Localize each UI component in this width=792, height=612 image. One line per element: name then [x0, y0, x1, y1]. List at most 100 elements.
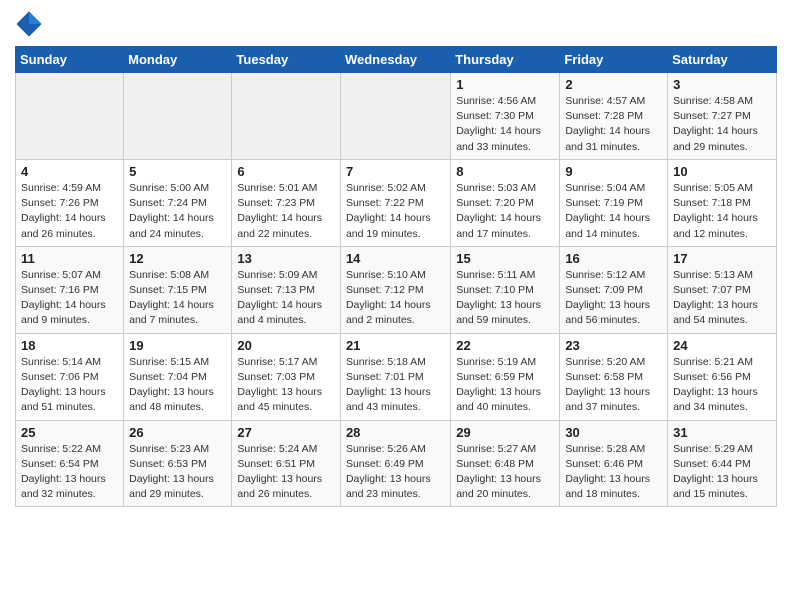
day-info: Sunrise: 5:10 AMSunset: 7:12 PMDaylight:…	[346, 268, 445, 329]
day-number: 30	[565, 425, 662, 440]
day-number: 14	[346, 251, 445, 266]
day-info: Sunrise: 5:14 AMSunset: 7:06 PMDaylight:…	[21, 355, 118, 416]
day-cell: 3 Sunrise: 4:58 AMSunset: 7:27 PMDaylight…	[668, 73, 777, 160]
day-cell	[340, 73, 450, 160]
day-cell: 26 Sunrise: 5:23 AMSunset: 6:53 PMDayligh…	[124, 420, 232, 507]
day-cell: 17Sunrise: 5:13 AMSunset: 7:07 PMDayligh…	[668, 246, 777, 333]
day-info: Sunrise: 4:59 AMSunset: 7:26 PMDaylight:…	[21, 181, 118, 242]
day-number: 23	[565, 338, 662, 353]
page-header	[15, 10, 777, 38]
day-info: Sunrise: 5:02 AMSunset: 7:22 PMDaylight:…	[346, 181, 445, 242]
week-row-1: 1 Sunrise: 4:56 AMSunset: 7:30 PMDaylight…	[16, 73, 777, 160]
day-cell	[232, 73, 341, 160]
calendar: SundayMondayTuesdayWednesdayThursdayFrid…	[15, 46, 777, 507]
day-info: Sunrise: 5:12 AMSunset: 7:09 PMDaylight:…	[565, 268, 662, 329]
calendar-header: SundayMondayTuesdayWednesdayThursdayFrid…	[16, 47, 777, 73]
day-cell: 7Sunrise: 5:02 AMSunset: 7:22 PMDaylight…	[340, 159, 450, 246]
logo	[15, 10, 47, 38]
day-info: Sunrise: 5:23 AMSunset: 6:53 PMDaylight:…	[129, 442, 226, 503]
day-info: Sunrise: 4:58 AMSunset: 7:27 PMDaylight:…	[673, 94, 771, 155]
day-info: Sunrise: 5:19 AMSunset: 6:59 PMDaylight:…	[456, 355, 554, 416]
week-row-3: 11Sunrise: 5:07 AMSunset: 7:16 PMDayligh…	[16, 246, 777, 333]
day-info: Sunrise: 5:00 AMSunset: 7:24 PMDaylight:…	[129, 181, 226, 242]
day-cell	[16, 73, 124, 160]
weekday-row: SundayMondayTuesdayWednesdayThursdayFrid…	[16, 47, 777, 73]
day-info: Sunrise: 5:29 AMSunset: 6:44 PMDaylight:…	[673, 442, 771, 503]
day-info: Sunrise: 5:20 AMSunset: 6:58 PMDaylight:…	[565, 355, 662, 416]
weekday-header-saturday: Saturday	[668, 47, 777, 73]
day-cell: 9Sunrise: 5:04 AMSunset: 7:19 PMDaylight…	[560, 159, 668, 246]
day-cell: 10 Sunrise: 5:05 AMSunset: 7:18 PMDayligh…	[668, 159, 777, 246]
day-cell: 2 Sunrise: 4:57 AMSunset: 7:28 PMDaylight…	[560, 73, 668, 160]
day-number: 12	[129, 251, 226, 266]
day-cell: 19Sunrise: 5:15 AMSunset: 7:04 PMDayligh…	[124, 333, 232, 420]
day-cell: 28Sunrise: 5:26 AMSunset: 6:49 PMDayligh…	[340, 420, 450, 507]
day-number: 1	[456, 77, 554, 92]
day-cell: 27 Sunrise: 5:24 AMSunset: 6:51 PMDayligh…	[232, 420, 341, 507]
logo-icon	[15, 10, 43, 38]
day-number: 2	[565, 77, 662, 92]
day-info: Sunrise: 5:13 AMSunset: 7:07 PMDaylight:…	[673, 268, 771, 329]
weekday-header-monday: Monday	[124, 47, 232, 73]
day-info: Sunrise: 5:18 AMSunset: 7:01 PMDaylight:…	[346, 355, 445, 416]
day-cell: 21 Sunrise: 5:18 AMSunset: 7:01 PMDayligh…	[340, 333, 450, 420]
day-number: 20	[237, 338, 335, 353]
day-number: 21	[346, 338, 445, 353]
day-info: Sunrise: 5:15 AMSunset: 7:04 PMDaylight:…	[129, 355, 226, 416]
day-info: Sunrise: 5:27 AMSunset: 6:48 PMDaylight:…	[456, 442, 554, 503]
day-info: Sunrise: 5:24 AMSunset: 6:51 PMDaylight:…	[237, 442, 335, 503]
day-cell: 29 Sunrise: 5:27 AMSunset: 6:48 PMDayligh…	[451, 420, 560, 507]
day-cell: 22Sunrise: 5:19 AMSunset: 6:59 PMDayligh…	[451, 333, 560, 420]
day-cell: 24 Sunrise: 5:21 AMSunset: 6:56 PMDayligh…	[668, 333, 777, 420]
day-number: 15	[456, 251, 554, 266]
day-info: Sunrise: 5:01 AMSunset: 7:23 PMDaylight:…	[237, 181, 335, 242]
day-info: Sunrise: 4:57 AMSunset: 7:28 PMDaylight:…	[565, 94, 662, 155]
day-number: 24	[673, 338, 771, 353]
day-cell: 14 Sunrise: 5:10 AMSunset: 7:12 PMDayligh…	[340, 246, 450, 333]
day-cell: 18 Sunrise: 5:14 AMSunset: 7:06 PMDayligh…	[16, 333, 124, 420]
day-number: 28	[346, 425, 445, 440]
weekday-header-friday: Friday	[560, 47, 668, 73]
day-number: 27	[237, 425, 335, 440]
day-info: Sunrise: 5:28 AMSunset: 6:46 PMDaylight:…	[565, 442, 662, 503]
day-number: 9	[565, 164, 662, 179]
day-info: Sunrise: 5:05 AMSunset: 7:18 PMDaylight:…	[673, 181, 771, 242]
day-info: Sunrise: 5:17 AMSunset: 7:03 PMDaylight:…	[237, 355, 335, 416]
day-cell: 8Sunrise: 5:03 AMSunset: 7:20 PMDaylight…	[451, 159, 560, 246]
day-info: Sunrise: 5:08 AMSunset: 7:15 PMDaylight:…	[129, 268, 226, 329]
day-number: 16	[565, 251, 662, 266]
day-info: Sunrise: 5:11 AMSunset: 7:10 PMDaylight:…	[456, 268, 554, 329]
day-number: 4	[21, 164, 118, 179]
day-number: 31	[673, 425, 771, 440]
day-number: 18	[21, 338, 118, 353]
day-cell: 4 Sunrise: 4:59 AMSunset: 7:26 PMDaylight…	[16, 159, 124, 246]
day-number: 10	[673, 164, 771, 179]
week-row-4: 18 Sunrise: 5:14 AMSunset: 7:06 PMDayligh…	[16, 333, 777, 420]
weekday-header-sunday: Sunday	[16, 47, 124, 73]
day-number: 5	[129, 164, 226, 179]
day-number: 25	[21, 425, 118, 440]
day-cell: 16 Sunrise: 5:12 AMSunset: 7:09 PMDayligh…	[560, 246, 668, 333]
day-cell: 15 Sunrise: 5:11 AMSunset: 7:10 PMDayligh…	[451, 246, 560, 333]
day-number: 26	[129, 425, 226, 440]
day-number: 13	[237, 251, 335, 266]
week-row-2: 4 Sunrise: 4:59 AMSunset: 7:26 PMDaylight…	[16, 159, 777, 246]
day-info: Sunrise: 4:56 AMSunset: 7:30 PMDaylight:…	[456, 94, 554, 155]
day-number: 3	[673, 77, 771, 92]
day-cell: 20 Sunrise: 5:17 AMSunset: 7:03 PMDayligh…	[232, 333, 341, 420]
day-info: Sunrise: 5:21 AMSunset: 6:56 PMDaylight:…	[673, 355, 771, 416]
day-cell: 1 Sunrise: 4:56 AMSunset: 7:30 PMDaylight…	[451, 73, 560, 160]
day-cell: 25 Sunrise: 5:22 AMSunset: 6:54 PMDayligh…	[16, 420, 124, 507]
weekday-header-thursday: Thursday	[451, 47, 560, 73]
day-info: Sunrise: 5:22 AMSunset: 6:54 PMDaylight:…	[21, 442, 118, 503]
day-info: Sunrise: 5:07 AMSunset: 7:16 PMDaylight:…	[21, 268, 118, 329]
day-cell: 31 Sunrise: 5:29 AMSunset: 6:44 PMDayligh…	[668, 420, 777, 507]
day-cell	[124, 73, 232, 160]
day-number: 6	[237, 164, 335, 179]
day-info: Sunrise: 5:03 AMSunset: 7:20 PMDaylight:…	[456, 181, 554, 242]
day-cell: 12 Sunrise: 5:08 AMSunset: 7:15 PMDayligh…	[124, 246, 232, 333]
calendar-body: 1 Sunrise: 4:56 AMSunset: 7:30 PMDaylight…	[16, 73, 777, 507]
week-row-5: 25 Sunrise: 5:22 AMSunset: 6:54 PMDayligh…	[16, 420, 777, 507]
day-number: 29	[456, 425, 554, 440]
day-cell: 11Sunrise: 5:07 AMSunset: 7:16 PMDayligh…	[16, 246, 124, 333]
